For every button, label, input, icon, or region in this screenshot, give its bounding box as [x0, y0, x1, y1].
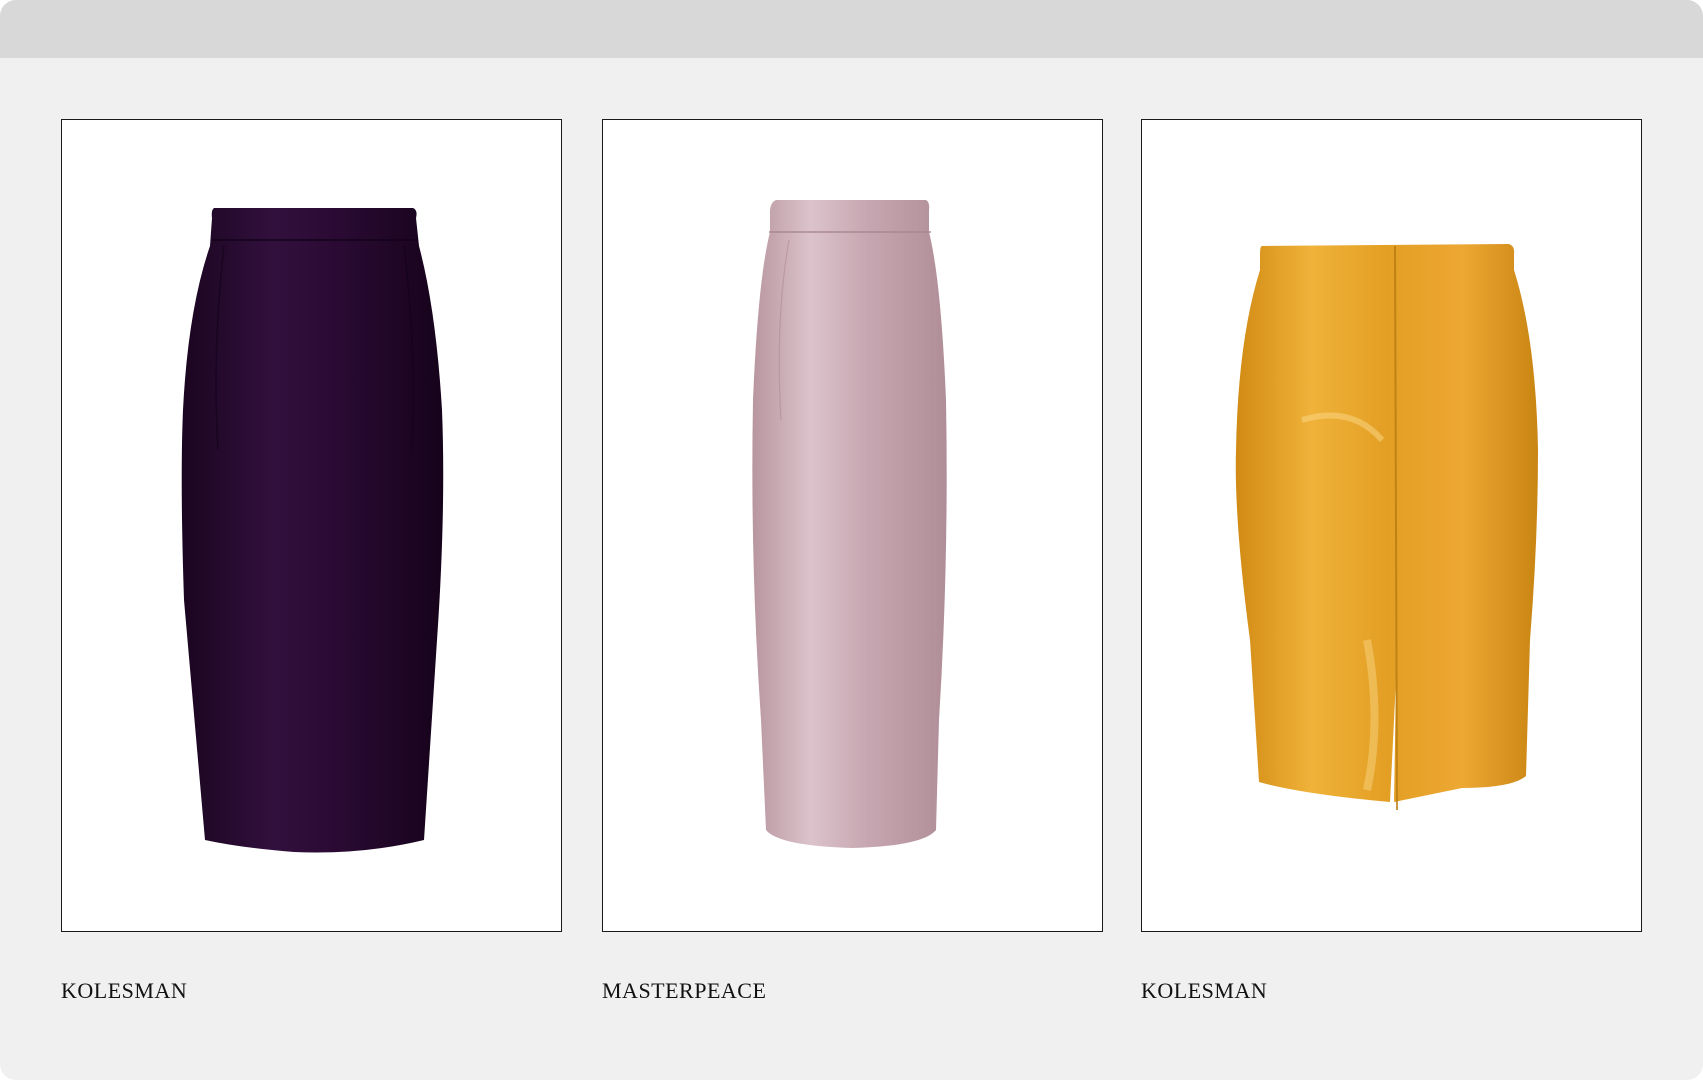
skirt-image	[1235, 244, 1538, 811]
product-grid-window: KOLESMAN MASTERPEACE KOLESMAN	[0, 0, 1703, 1080]
product-brand-name[interactable]: KOLESMAN	[61, 980, 187, 1002]
skirt-image	[752, 200, 947, 848]
skirt-image	[181, 208, 444, 853]
product-card-image-link[interactable]	[1141, 119, 1642, 932]
product-brand-name[interactable]: KOLESMAN	[1141, 980, 1267, 1002]
window-top-bar	[0, 0, 1703, 58]
product-card-image-link[interactable]	[61, 119, 562, 932]
product-card-image-link[interactable]	[602, 119, 1103, 932]
product-brand-name[interactable]: MASTERPEACE	[602, 980, 766, 1002]
